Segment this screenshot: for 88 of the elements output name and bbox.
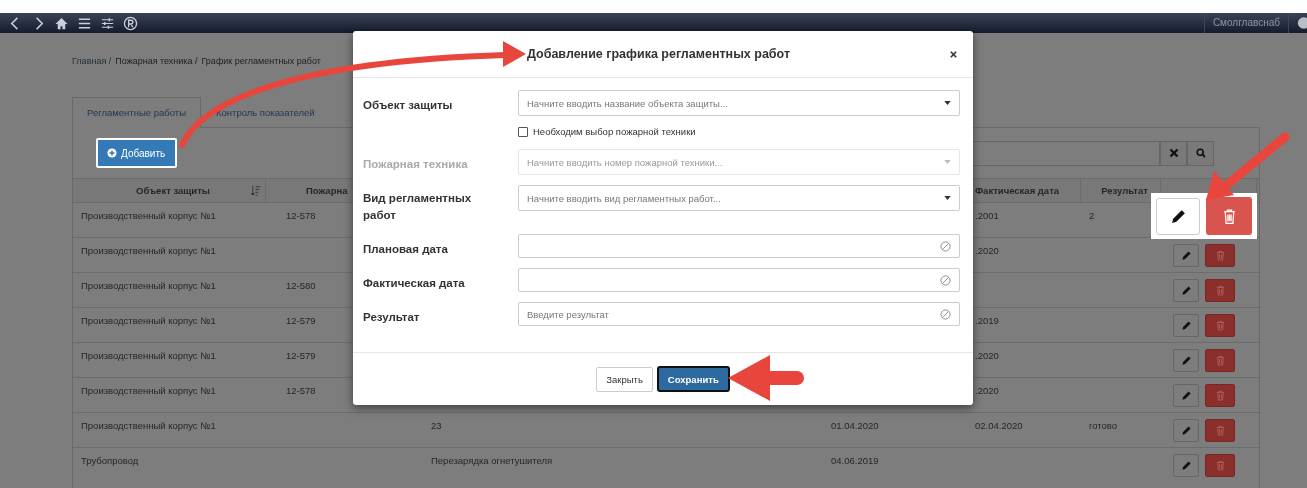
field-label: Плановая дата: [363, 242, 449, 257]
tab[interactable]: Контроль показателей: [200, 97, 330, 128]
field-label: Фактическая дата: [363, 276, 466, 291]
table-cell: 04.06.2019: [831, 455, 879, 466]
clear-icon[interactable]: [940, 274, 951, 286]
placeholder-text: Начните вводить номер пожарной техники...: [527, 156, 724, 168]
tab[interactable]: Регламентные работы: [72, 97, 201, 128]
registered-icon[interactable]: [123, 15, 138, 31]
table-cell: .2020: [975, 385, 999, 396]
organization-name[interactable]: Смолглавснаб: [1203, 13, 1289, 33]
search-icon: [1195, 148, 1206, 158]
home-icon[interactable]: [54, 15, 69, 31]
plus-circle-icon: [107, 148, 117, 158]
close-button[interactable]: Закрыть: [596, 366, 653, 392]
placeholder-text: Введите результат: [527, 308, 609, 320]
pencil-icon: [1180, 425, 1192, 436]
input-field[interactable]: Введите результат: [518, 302, 960, 326]
pencil-icon: [1180, 285, 1192, 296]
column-header[interactable]: Результат: [1101, 185, 1148, 196]
trash-icon: [1214, 285, 1226, 296]
trash-icon: [1214, 250, 1226, 261]
table-cell: 12-579: [286, 350, 316, 361]
select-field[interactable]: Начните вводить название объекта защиты...: [518, 90, 960, 116]
caret-icon: [944, 160, 951, 164]
table-cell: Перезарядка огнетушителя: [431, 455, 553, 466]
table-cell: .2001: [975, 210, 999, 221]
column-header[interactable]: Объект защиты: [136, 185, 210, 196]
placeholder-text: Начните вводить вид регламентных работ...: [527, 192, 722, 204]
trash-icon: [1214, 425, 1226, 436]
pencil-icon: [1180, 460, 1192, 471]
table-cell: Производственный корпус №1: [81, 420, 216, 431]
field-label: Пожарная техника: [363, 157, 469, 172]
table-cell: 12-580: [286, 280, 316, 291]
table-cell: Производственный корпус №1: [81, 315, 216, 326]
table-cell: .2020: [975, 350, 999, 361]
dialog-title: Добавление графика регламентных работ: [527, 47, 792, 61]
field-label: Результат: [363, 310, 421, 325]
clear-icon[interactable]: [940, 240, 951, 252]
caret-icon: [944, 196, 951, 200]
trash-icon: [1214, 390, 1226, 401]
column-header[interactable]: Фактическая дата: [975, 185, 1060, 196]
checkbox-label[interactable]: Необходим выбор пожарной техники: [533, 126, 696, 137]
table-cell: Производственный корпус №1: [81, 385, 216, 396]
table-cell: Производственный корпус №1: [81, 245, 216, 256]
table-cell: 01.04.2020: [831, 420, 879, 431]
breadcrumb-item: График регламентных работ: [201, 56, 321, 66]
delete-button[interactable]: [1206, 197, 1252, 235]
table-cell: 12-579: [286, 315, 316, 326]
field-label: Вид регламентных работ: [363, 191, 473, 223]
trash-icon: [1214, 460, 1226, 471]
clear-search-button[interactable]: [1160, 140, 1187, 166]
placeholder-text: Начните вводить название объекта защиты...: [527, 97, 729, 109]
table-cell: .2019: [975, 315, 999, 326]
table-cell: 12-578: [286, 385, 316, 396]
field-label: Объект защиты: [363, 98, 454, 113]
table-cell: Трубопровод: [81, 455, 139, 466]
pencil-icon: [1169, 207, 1187, 225]
table-cell: 12-578: [286, 210, 316, 221]
select-field[interactable]: Начните вводить вид регламентных работ...: [518, 185, 960, 211]
column-header[interactable]: Пожарна: [306, 185, 348, 196]
table-cell: готово: [1089, 420, 1118, 431]
clear-icon[interactable]: [940, 308, 951, 320]
close-icon[interactable]: [949, 49, 958, 59]
close-icon: [1168, 148, 1179, 158]
trash-icon: [1214, 355, 1226, 366]
table-cell: Производственный корпус №1: [81, 350, 216, 361]
pencil-icon: [1180, 355, 1192, 366]
pencil-icon: [1180, 320, 1192, 331]
sort-icon[interactable]: [250, 185, 261, 196]
table-cell: 02.04.2020: [975, 420, 1023, 431]
trash-icon: [1214, 320, 1226, 331]
add-button[interactable]: Добавить: [96, 138, 178, 168]
input-field[interactable]: [518, 268, 960, 292]
table-cell: 23: [431, 420, 442, 431]
table-cell: 2: [1089, 210, 1095, 221]
sliders-icon[interactable]: [100, 15, 115, 31]
save-button[interactable]: Сохранить: [656, 366, 730, 392]
table-cell: .2020: [975, 245, 999, 256]
pencil-icon: [1180, 250, 1192, 261]
table-cell: Производственный корпус №1: [81, 210, 216, 221]
breadcrumb-item[interactable]: Пожарная техника /: [115, 56, 198, 66]
checkbox[interactable]: [518, 126, 528, 137]
table-cell: Производственный корпус №1: [81, 280, 216, 291]
pencil-icon: [1180, 390, 1192, 401]
input-field[interactable]: [518, 234, 960, 258]
caret-icon: [944, 101, 951, 105]
breadcrumb-item[interactable]: Главная /: [72, 56, 112, 66]
search-button[interactable]: [1187, 140, 1214, 166]
